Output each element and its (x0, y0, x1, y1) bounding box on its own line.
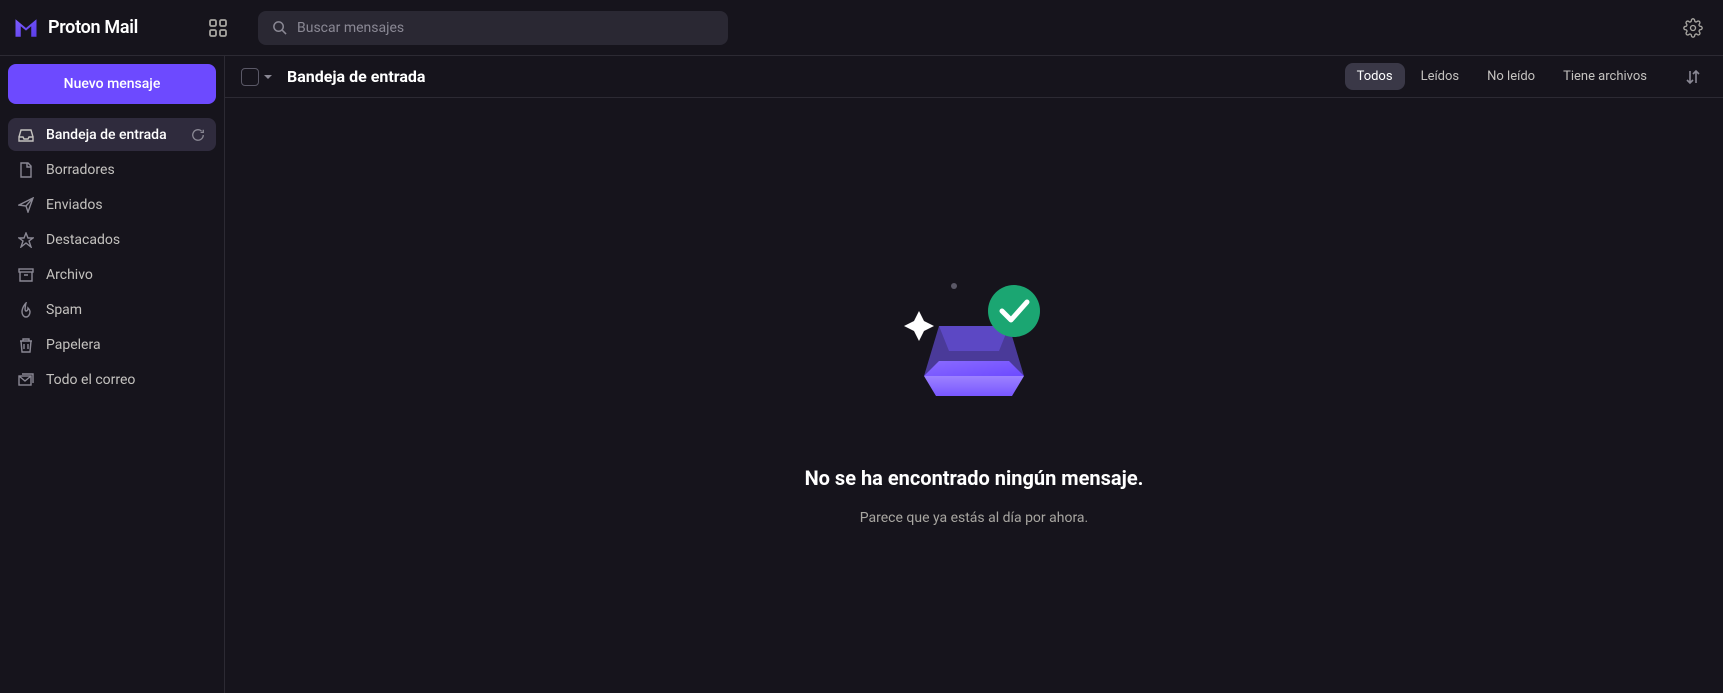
fire-icon (18, 302, 34, 318)
list-toolbar: Bandeja de entrada Todos Leídos No leído… (225, 56, 1723, 98)
apps-grid-icon (209, 19, 227, 37)
trash-icon (18, 337, 34, 353)
select-all-control (241, 68, 273, 86)
refresh-button[interactable] (190, 127, 206, 143)
filter-has-attachments[interactable]: Tiene archivos (1551, 63, 1659, 90)
filter-unread[interactable]: No leído (1475, 63, 1547, 90)
sidebar-item-allmail[interactable]: Todo el correo (8, 363, 216, 396)
select-all-checkbox[interactable] (241, 68, 259, 86)
sidebar-item-spam[interactable]: Spam (8, 293, 216, 326)
search-container (258, 11, 728, 45)
sidebar-item-drafts[interactable]: Borradores (8, 153, 216, 186)
topbar: Proton Mail (0, 0, 1723, 56)
folder-title: Bandeja de entrada (287, 67, 425, 86)
compose-button[interactable]: Nuevo mensaje (8, 64, 216, 104)
sidebar: Nuevo mensaje Bandeja de entrada Borrado… (0, 56, 225, 693)
sidebar-item-label: Todo el correo (46, 372, 206, 388)
inbox-icon (18, 127, 34, 143)
settings-button[interactable] (1675, 10, 1711, 46)
proton-logo-icon (12, 14, 40, 42)
filter-read[interactable]: Leídos (1409, 63, 1472, 90)
logo-text: Proton Mail (48, 17, 138, 38)
main-area: Bandeja de entrada Todos Leídos No leído… (225, 56, 1723, 693)
sidebar-item-label: Enviados (46, 197, 206, 213)
caret-down-icon (263, 72, 273, 82)
filter-all[interactable]: Todos (1345, 63, 1405, 90)
empty-state-subtitle: Parece que ya estás al día por ahora. (860, 510, 1088, 526)
logo-area[interactable]: Proton Mail (12, 14, 212, 42)
sidebar-item-inbox[interactable]: Bandeja de entrada (8, 118, 216, 151)
search-input[interactable] (297, 20, 714, 36)
send-icon (18, 197, 34, 213)
envelopes-icon (18, 372, 34, 388)
sort-button[interactable] (1679, 63, 1707, 91)
star-icon (18, 232, 34, 248)
select-all-dropdown[interactable] (263, 72, 273, 82)
sidebar-item-label: Papelera (46, 337, 206, 353)
empty-inbox-illustration (884, 266, 1064, 406)
empty-state: No se ha encontrado ningún mensaje. Pare… (225, 98, 1723, 693)
sidebar-item-label: Destacados (46, 232, 206, 248)
sidebar-item-archive[interactable]: Archivo (8, 258, 216, 291)
gear-icon (1683, 18, 1703, 38)
archive-icon (18, 267, 34, 283)
sidebar-item-label: Archivo (46, 267, 206, 283)
search-box[interactable] (258, 11, 728, 45)
sidebar-item-trash[interactable]: Papelera (8, 328, 216, 361)
search-icon (272, 20, 287, 35)
filter-group: Todos Leídos No leído Tiene archivos (1345, 63, 1659, 90)
file-icon (18, 162, 34, 178)
refresh-icon (191, 128, 205, 142)
sidebar-item-starred[interactable]: Destacados (8, 223, 216, 256)
sidebar-item-sent[interactable]: Enviados (8, 188, 216, 221)
sidebar-item-label: Bandeja de entrada (46, 127, 178, 143)
sidebar-item-label: Borradores (46, 162, 206, 178)
empty-state-title: No se ha encontrado ningún mensaje. (805, 466, 1144, 490)
apps-switcher-button[interactable] (200, 10, 236, 46)
sidebar-item-label: Spam (46, 302, 206, 318)
sort-icon (1685, 69, 1701, 85)
